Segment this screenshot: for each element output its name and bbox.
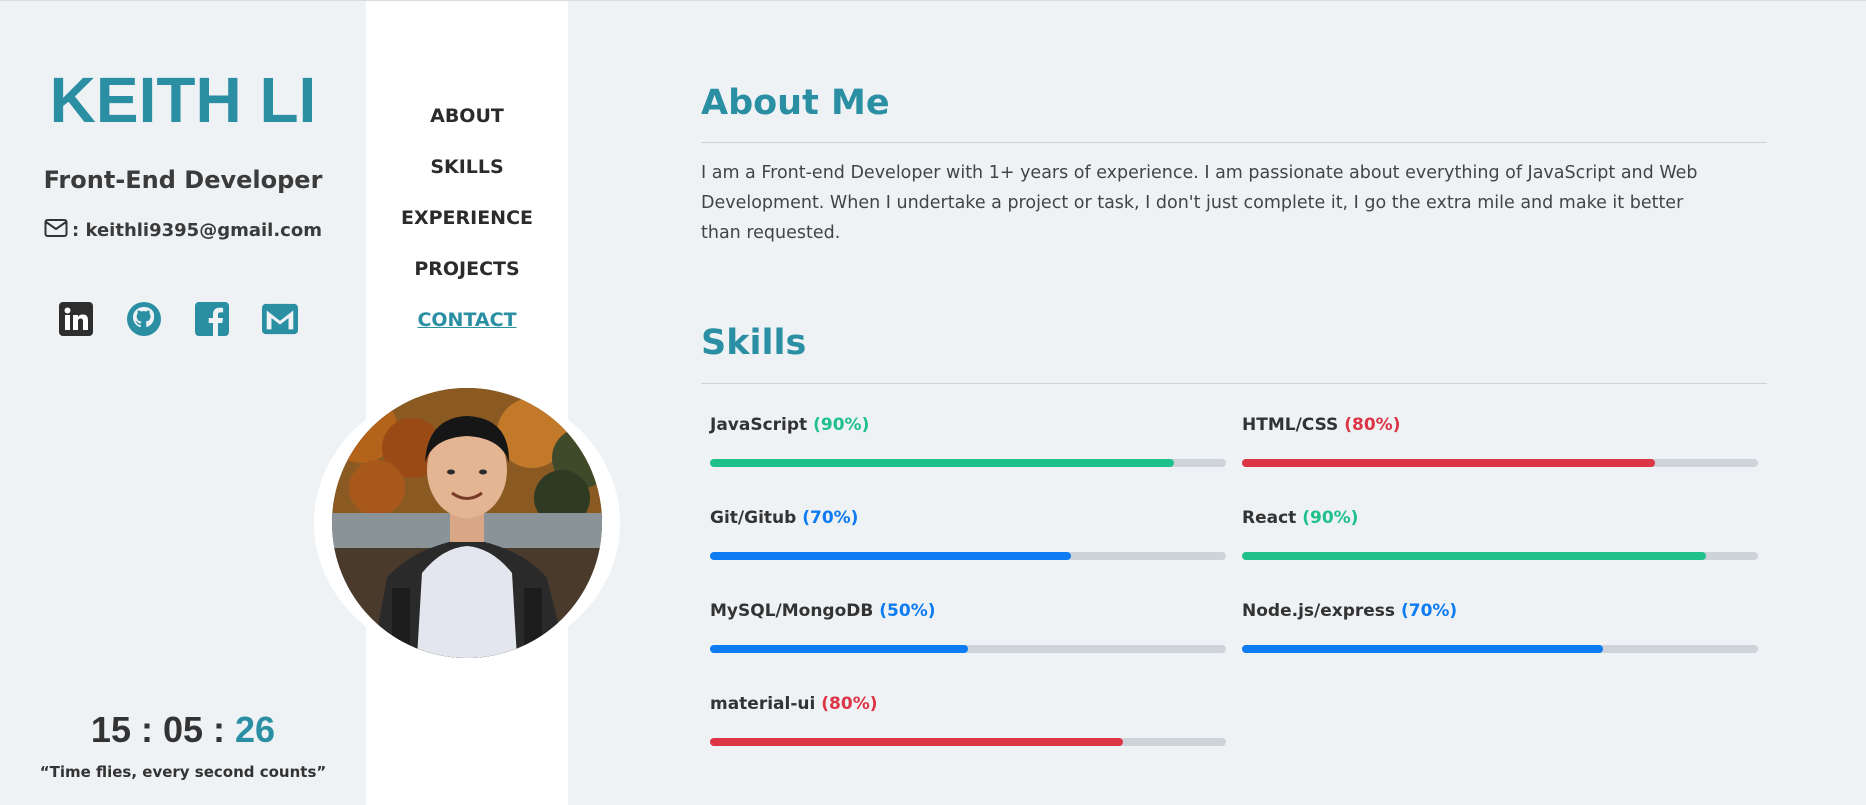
skill-item: Git/Gitub (70%) bbox=[710, 508, 1226, 568]
profile-role: Front-End Developer bbox=[43, 166, 323, 194]
skill-progress-fill bbox=[1242, 645, 1604, 653]
github-icon[interactable] bbox=[126, 301, 162, 337]
clock-separator: : bbox=[203, 709, 236, 750]
skill-item: material-ui (80%) bbox=[710, 694, 1226, 754]
skill-name: Git/Gitub bbox=[710, 508, 797, 528]
skill-progress-track bbox=[710, 459, 1226, 467]
skill-progress-fill bbox=[710, 645, 968, 653]
skills-divider bbox=[701, 383, 1767, 384]
skill-name: Node.js/express bbox=[1242, 601, 1396, 621]
profile-name: KEITH LI bbox=[49, 64, 317, 136]
skill-percent: (90%) bbox=[807, 415, 870, 435]
profile-panel: KEITH LI Front-End Developer : keithli93… bbox=[0, 1, 366, 805]
skill-name: JavaScript bbox=[710, 415, 808, 435]
skill-progress-fill bbox=[710, 552, 1072, 560]
email-line[interactable]: : keithli9395@gmail.com bbox=[0, 218, 366, 243]
skill-item: Node.js/express (70%) bbox=[1242, 601, 1758, 661]
skills-heading: Skills bbox=[701, 323, 807, 363]
facebook-icon[interactable] bbox=[194, 301, 230, 337]
skill-progress-track bbox=[1242, 645, 1758, 653]
nav-experience[interactable]: EXPERIENCE bbox=[366, 207, 568, 229]
social-links bbox=[58, 301, 298, 337]
nav-skills[interactable]: SKILLS bbox=[366, 156, 568, 178]
skill-name: material-ui bbox=[710, 694, 816, 714]
linkedin-icon[interactable] bbox=[58, 301, 94, 337]
skill-label: Git/Gitub (70%) bbox=[710, 508, 858, 528]
skill-item: HTML/CSS (80%) bbox=[1242, 415, 1758, 475]
skill-percent: (90%) bbox=[1296, 508, 1359, 528]
skill-progress-fill bbox=[710, 738, 1123, 746]
clock-seconds: 26 bbox=[235, 709, 276, 750]
skill-percent: (70%) bbox=[1395, 601, 1458, 621]
clock-quote: “Time flies, every second counts” bbox=[39, 763, 327, 781]
clock-separator: : bbox=[130, 709, 163, 750]
skill-percent: (80%) bbox=[815, 694, 878, 714]
skill-label: Node.js/express (70%) bbox=[1242, 601, 1457, 621]
skill-label: JavaScript (90%) bbox=[710, 415, 869, 435]
skill-progress-fill bbox=[710, 459, 1175, 467]
skill-name: MySQL/MongoDB bbox=[710, 601, 874, 621]
skill-progress-track bbox=[1242, 552, 1758, 560]
skill-progress-track bbox=[710, 645, 1226, 653]
skill-item: JavaScript (90%) bbox=[710, 415, 1226, 475]
about-text: I am a Front-end Developer with 1+ years… bbox=[701, 163, 1698, 243]
nav-projects[interactable]: PROJECTS bbox=[366, 258, 568, 280]
live-clock: 15 : 05 : 26 bbox=[0, 709, 366, 751]
clock-minutes: 05 bbox=[162, 709, 204, 750]
skill-percent: (80%) bbox=[1338, 415, 1401, 435]
skill-label: React (90%) bbox=[1242, 508, 1358, 528]
gmail-icon[interactable] bbox=[262, 301, 298, 337]
skill-item: MySQL/MongoDB (50%) bbox=[710, 601, 1226, 661]
skill-progress-fill bbox=[1242, 552, 1707, 560]
skill-name: HTML/CSS bbox=[1242, 415, 1339, 435]
nav-about[interactable]: ABOUT bbox=[366, 105, 568, 127]
about-heading: About Me bbox=[701, 83, 890, 123]
nav-contact[interactable]: CONTACT bbox=[366, 309, 568, 331]
about-divider bbox=[701, 142, 1767, 143]
skill-progress-track bbox=[1242, 459, 1758, 467]
envelope-icon bbox=[44, 218, 68, 243]
skill-name: React bbox=[1242, 508, 1297, 528]
skill-progress-fill bbox=[1242, 459, 1655, 467]
skill-percent: (70%) bbox=[796, 508, 859, 528]
email-text: : keithli9395@gmail.com bbox=[72, 220, 322, 241]
avatar bbox=[332, 388, 602, 658]
skill-progress-track bbox=[710, 552, 1226, 560]
skill-label: HTML/CSS (80%) bbox=[1242, 415, 1400, 435]
skill-label: MySQL/MongoDB (50%) bbox=[710, 601, 936, 621]
skill-label: material-ui (80%) bbox=[710, 694, 878, 714]
skill-progress-track bbox=[710, 738, 1226, 746]
skill-percent: (50%) bbox=[873, 601, 936, 621]
skill-item: React (90%) bbox=[1242, 508, 1758, 568]
clock-hours: 15 bbox=[90, 709, 131, 750]
